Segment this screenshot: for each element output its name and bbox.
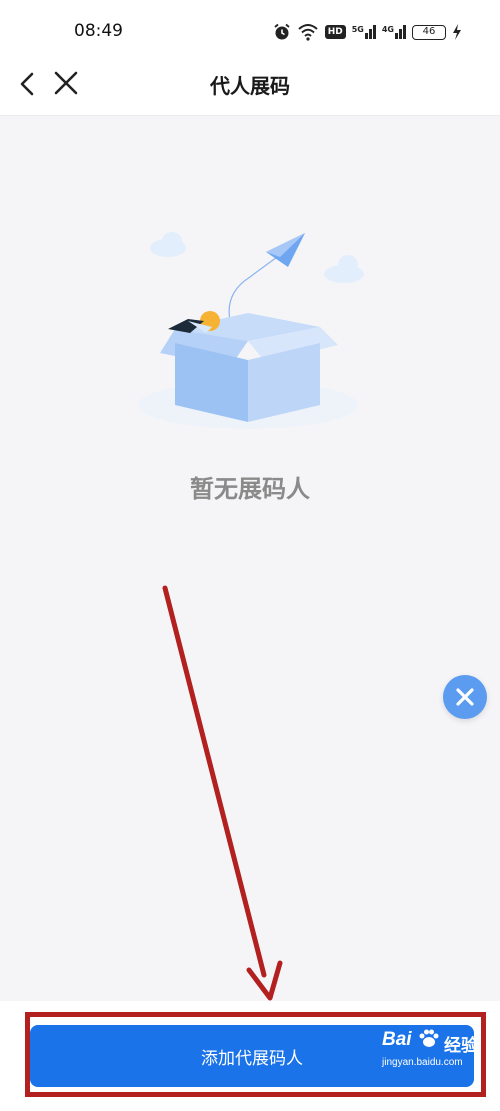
signal-5g-icon: 5G <box>352 25 376 39</box>
baidu-watermark: Bai 经验 jingyan.baidu.com <box>382 1027 494 1071</box>
nav-bar: 代人展码 <box>0 62 500 116</box>
watermark-url: jingyan.baidu.com <box>382 1057 463 1068</box>
main-content: 暂无展码人 <box>0 117 500 1001</box>
empty-box-paper-plane-illustration <box>138 232 364 429</box>
cloud-icon <box>324 255 364 283</box>
page-title: 代人展码 <box>210 74 290 98</box>
wifi-icon <box>298 24 318 41</box>
status-bar: 08:49 HD 5G 4G 46 <box>0 0 500 62</box>
paw-icon <box>419 1029 439 1047</box>
floating-close-button[interactable] <box>443 675 487 719</box>
signal-4g-label: 4G <box>381 25 394 34</box>
watermark-logo-left: Bai <box>382 1029 412 1050</box>
signal-4g-icon: 4G <box>382 25 406 39</box>
status-icons: HD 5G 4G 46 <box>273 21 462 43</box>
battery-icon: 46 <box>412 24 446 40</box>
paper-plane-icon <box>266 233 305 267</box>
watermark-logo-right: 经验 <box>444 1036 478 1055</box>
alarm-icon <box>274 23 290 40</box>
charging-icon <box>453 24 461 40</box>
signal-5g-label: 5G <box>351 25 364 34</box>
hd-icon: HD <box>324 25 346 39</box>
status-time: 08:49 <box>74 21 123 41</box>
cloud-icon <box>150 232 186 257</box>
empty-state-text: 暂无展码人 <box>190 475 310 503</box>
close-icon <box>456 688 474 706</box>
